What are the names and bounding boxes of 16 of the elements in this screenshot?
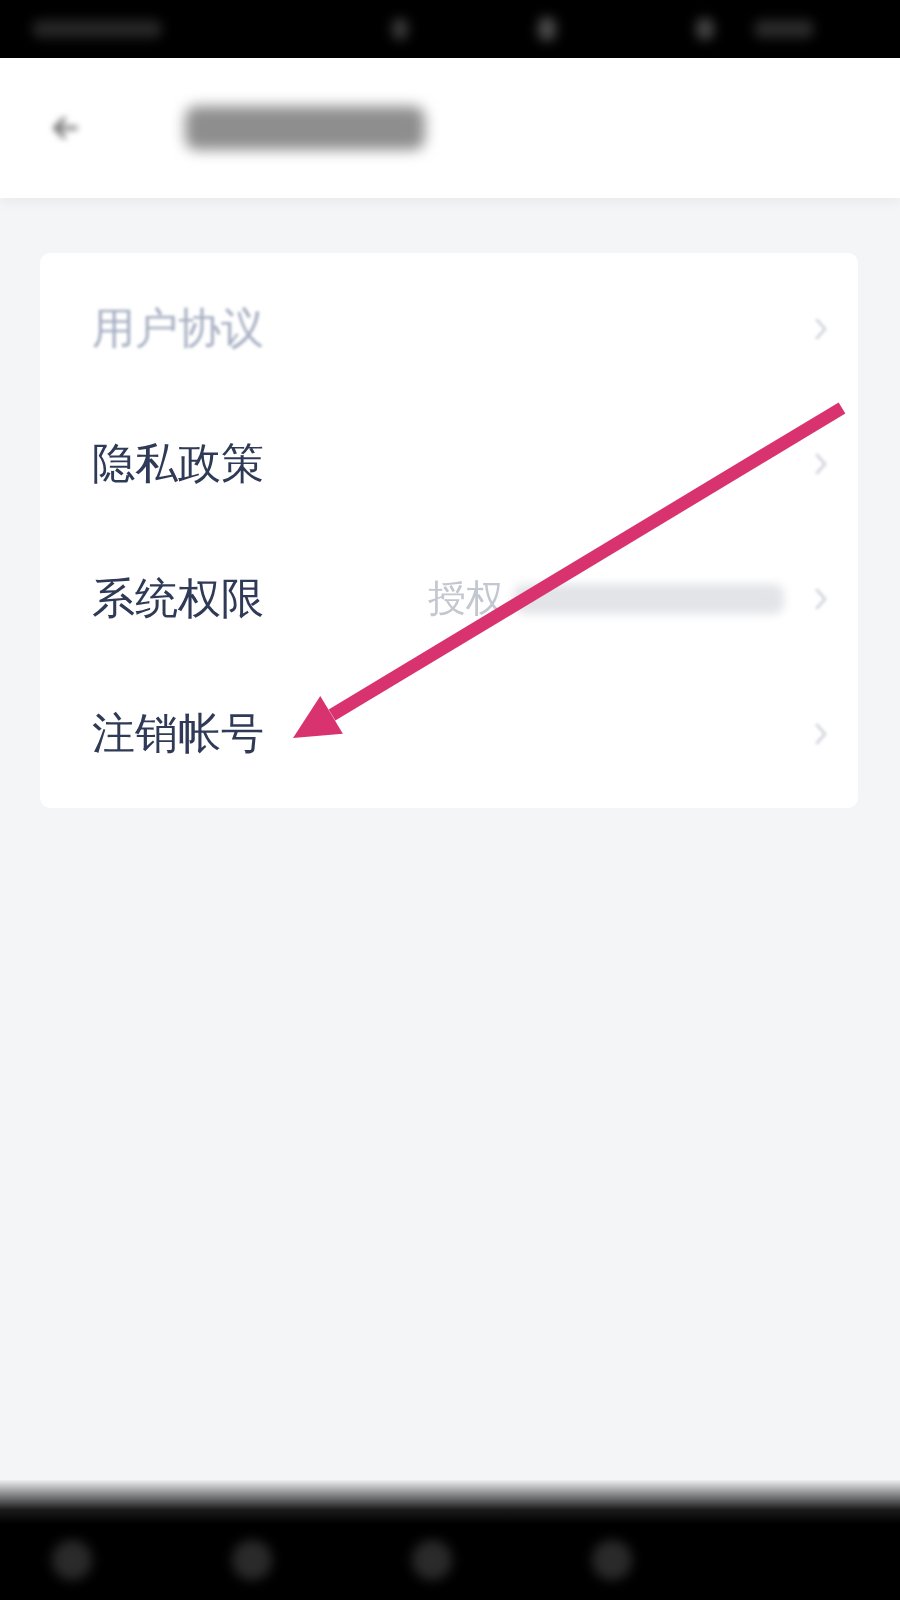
settings-item[interactable]: 注销帐号 [40, 666, 858, 801]
blurred-status-icon [392, 18, 408, 40]
settings-item[interactable]: 系统权限 授权 [40, 531, 858, 666]
blurred-nav-icon[interactable] [232, 1540, 272, 1580]
chevron-icon [814, 721, 828, 746]
chevron-icon [814, 451, 828, 476]
chevron-icon [814, 586, 828, 611]
settings-item[interactable]: 隐私政策 [40, 396, 858, 531]
setting-value: 授权 [428, 575, 504, 622]
blurred-nav-icon[interactable] [412, 1540, 452, 1580]
blurred-nav-icon[interactable] [592, 1540, 632, 1580]
blurred-nav-icon[interactable] [52, 1540, 92, 1580]
blurred-status-icon [538, 17, 556, 41]
blurred-status-icon [696, 18, 714, 40]
chevron-icon [814, 316, 828, 341]
blurred-status-text [754, 20, 814, 38]
